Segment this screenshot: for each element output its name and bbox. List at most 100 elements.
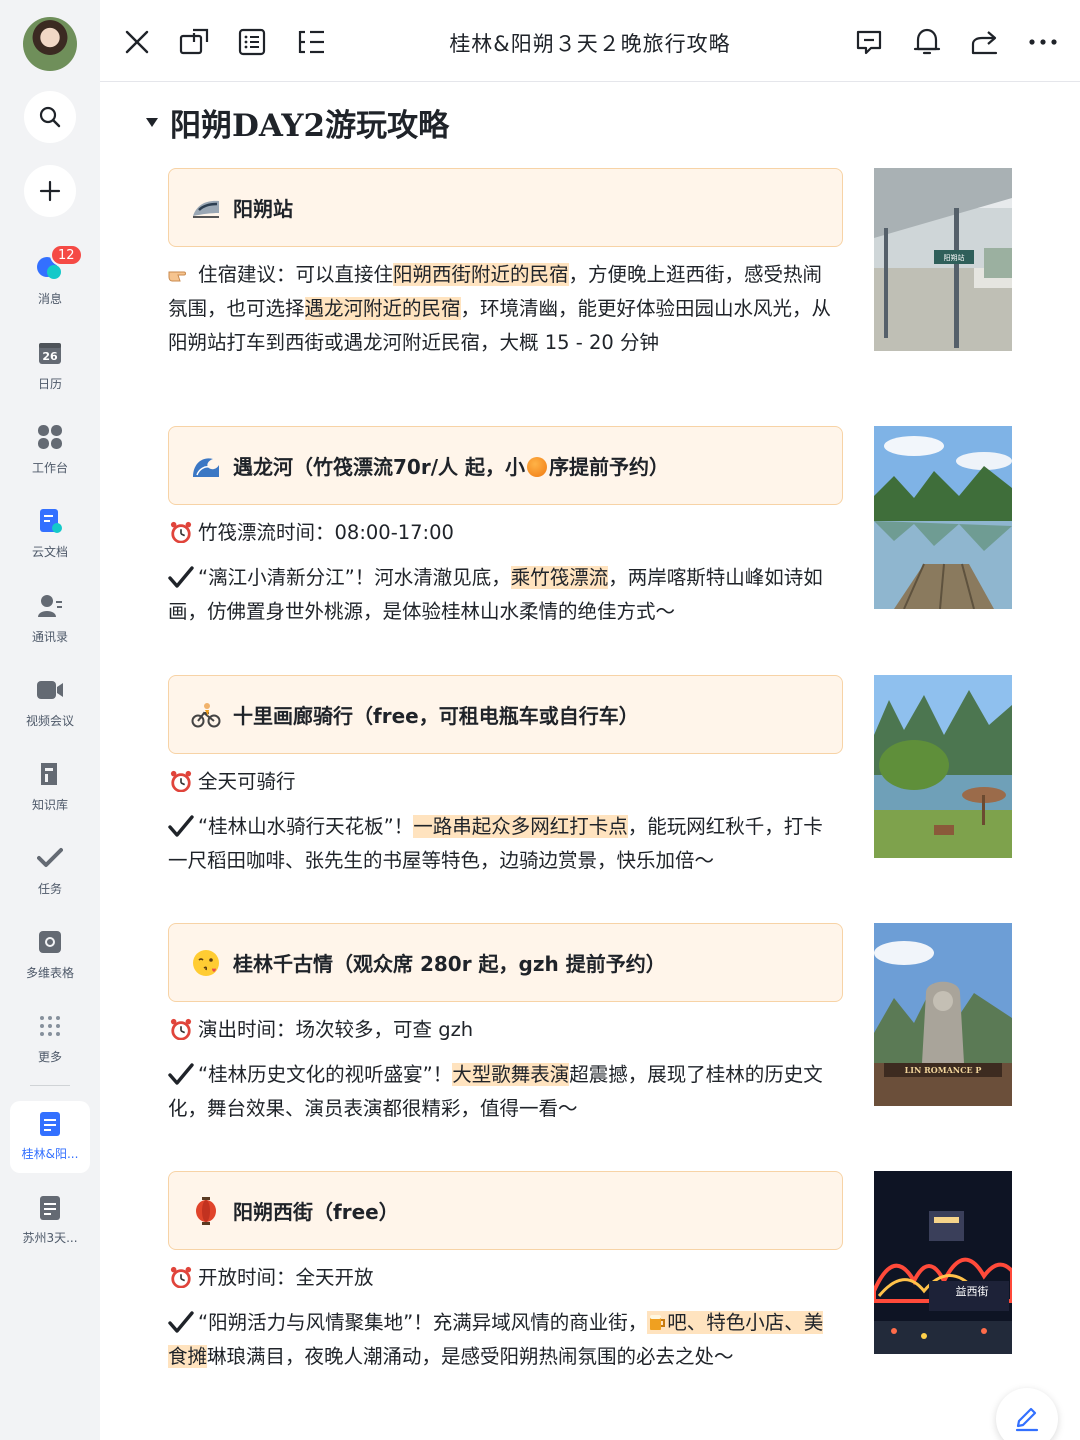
nav-calendar-label: 日历: [37, 377, 62, 391]
rafting-time: 竹筏漂流时间：08:00-17:00: [168, 516, 838, 550]
task-icon: [36, 844, 64, 872]
callout-text-a: 遇龙河（竹筏漂流70r/人 起，小: [233, 455, 525, 479]
nav-video-meeting-label: 视频会议: [25, 714, 74, 728]
highlight-text: 大型歌舞表演: [452, 1063, 570, 1086]
train-icon: [191, 193, 221, 223]
nav-more-label: 更多: [37, 1050, 62, 1064]
document-icon: [40, 1196, 60, 1220]
close-button[interactable]: [121, 26, 153, 58]
romance-sign-text: LIN ROMANCE P: [905, 1065, 982, 1075]
text-segment: 琳琅满目，夜晚人潮涌动，是感受阳朔热闹氛围的必去之处～: [207, 1345, 734, 1368]
nav-more[interactable]: 更多: [0, 1012, 100, 1084]
collapse-toggle-icon[interactable]: [146, 118, 158, 127]
text-segment: “漓江小清新分江”！河水清澈见底，: [198, 566, 511, 589]
video-meeting-icon: [36, 676, 64, 704]
show-description: “桂林历史文化的视听盛宴”！大型歌舞表演超震撼，展现了桂林的历史文化，舞台效果、…: [168, 1058, 838, 1126]
nav-video-meeting[interactable]: 视频会议: [0, 676, 100, 748]
nav-messages[interactable]: 消息: [0, 254, 100, 326]
highlight-text: 遇龙河附近的民宿: [304, 297, 461, 320]
checkmark-icon: [168, 1063, 194, 1085]
callout-guilin-romance-show: 桂林千古情（观众席 280r 起，gzh 提前予约）: [168, 923, 843, 1002]
alarm-clock-icon: [170, 770, 192, 792]
rafting-description: “漓江小清新分江”！河水清澈见底，乘竹筏漂流，两岸喀斯特山峰如诗如画，仿佛置身世…: [168, 561, 838, 629]
text-segment: 住宿建议：可以直接住: [198, 263, 394, 286]
close-icon: [125, 30, 149, 54]
calendar-day: 26: [42, 350, 58, 363]
open-doc-suzhou[interactable]: 苏州3天...: [10, 1185, 90, 1257]
doc-outline-button[interactable]: [236, 26, 268, 58]
contacts-icon: [36, 592, 64, 620]
nav-knowledge-base-label: 知识库: [31, 798, 68, 812]
workspace-icon: [36, 423, 64, 451]
sidebar: 消息 12 26 日历 工作台 云文档 通讯录 视频会议 知识库 任务 多维表格…: [0, 0, 100, 1440]
checkmark-icon: [168, 815, 194, 837]
search-button[interactable]: [24, 91, 76, 143]
text-segment: “阳朔活力与风情聚集地”！充满异域风情的商业街，: [198, 1311, 648, 1334]
text-segment: “桂林山水骑行天花板”！: [198, 815, 414, 838]
nav-base-table[interactable]: 多维表格: [0, 928, 100, 1000]
document-icon: [40, 1112, 60, 1136]
comment-icon: [856, 30, 882, 55]
pointing-hand-icon: [168, 271, 186, 282]
table-of-contents-button[interactable]: [295, 26, 327, 58]
highlight-text: 一路串起众多网红打卡点: [413, 815, 628, 838]
alarm-clock-icon: [170, 521, 192, 543]
time-text: 开放时间：全天开放: [198, 1266, 374, 1289]
edit-button[interactable]: [996, 1388, 1058, 1440]
plus-icon: [39, 180, 61, 202]
nav-contacts[interactable]: 通讯录: [0, 592, 100, 664]
callout-ten-mile-gallery: 十里画廊骑行（free，可租电瓶车或自行车）: [168, 675, 843, 754]
nav-workspace-label: 工作台: [31, 461, 68, 475]
more-options-button[interactable]: [1027, 26, 1059, 58]
callout-text: 遇龙河（竹筏漂流70r/人 起，小 序提前予约）: [233, 451, 669, 480]
nav-tasks-label: 任务: [37, 882, 62, 896]
station-photo: 阳朔站: [874, 168, 1012, 351]
time-text: 全天可骑行: [198, 770, 296, 793]
mini-program-icon: [526, 457, 547, 477]
callout-yangshuo-station: 阳朔站: [168, 168, 843, 247]
cycling-description: “桂林山水骑行天花板”！一路串起众多网红打卡点，能玩网红秋千，打卡一尺稻田咖啡、…: [168, 810, 838, 878]
share-icon: [971, 31, 998, 55]
west-street-hours: 开放时间：全天开放: [168, 1261, 838, 1295]
callout-text: 阳朔站: [233, 197, 293, 221]
nav-calendar[interactable]: 26 日历: [0, 339, 100, 411]
checkmark-icon: [168, 1311, 194, 1333]
open-doc-suzhou-label: 苏州3天...: [22, 1231, 78, 1245]
callout-text: 桂林千古情（观众席 280r 起，gzh 提前予约）: [233, 952, 666, 976]
west-street-photo: 益西街: [874, 1171, 1012, 1354]
gallery-photo: [874, 675, 1012, 858]
yulong-river-photo: [874, 426, 1012, 609]
nav-base-table-label: 多维表格: [25, 966, 74, 980]
base-table-icon: [36, 928, 64, 956]
comments-button[interactable]: [853, 26, 885, 58]
outline-icon: [298, 30, 324, 54]
new-window-button[interactable]: [178, 26, 210, 58]
alarm-clock-icon: [170, 1018, 192, 1040]
cyclist-icon: [191, 700, 221, 730]
unread-badge: 12: [50, 244, 83, 266]
west-street-description: “阳朔活力与风情聚集地”！充满异域风情的商业街， 吧、特色小店、美食摊琳琅满目，夜…: [168, 1306, 838, 1374]
ellipsis-icon: [1029, 39, 1057, 45]
beer-mug-icon: [650, 1315, 666, 1330]
wave-icon: [191, 451, 221, 481]
search-icon: [39, 106, 61, 128]
nav-messages-label: 消息: [37, 292, 62, 306]
avatar[interactable]: [23, 17, 77, 71]
notifications-button[interactable]: [911, 26, 943, 58]
open-doc-guilin[interactable]: 桂林&阳...: [10, 1101, 90, 1173]
show-time: 演出时间：场次较多，可查 gzh: [168, 1013, 838, 1047]
add-button[interactable]: [24, 165, 76, 217]
nav-knowledge-base[interactable]: 知识库: [0, 760, 100, 832]
nav-tasks[interactable]: 任务: [0, 844, 100, 916]
nav-cloud-docs[interactable]: 云文档: [0, 507, 100, 579]
nav-cloud-docs-label: 云文档: [31, 545, 68, 559]
callout-text-b: 序提前予约）: [548, 455, 669, 479]
nav-workspace[interactable]: 工作台: [0, 423, 100, 495]
highlight-text: 乘竹筏漂流: [510, 566, 609, 589]
highlight-segment: 吧、特色小店、: [667, 1311, 804, 1334]
callout-west-street: 阳朔西街（free）: [168, 1171, 843, 1250]
kiss-face-icon: [191, 948, 221, 978]
list-doc-icon: [238, 28, 266, 56]
share-button[interactable]: [969, 26, 1001, 58]
calendar-icon: 26: [36, 339, 64, 367]
